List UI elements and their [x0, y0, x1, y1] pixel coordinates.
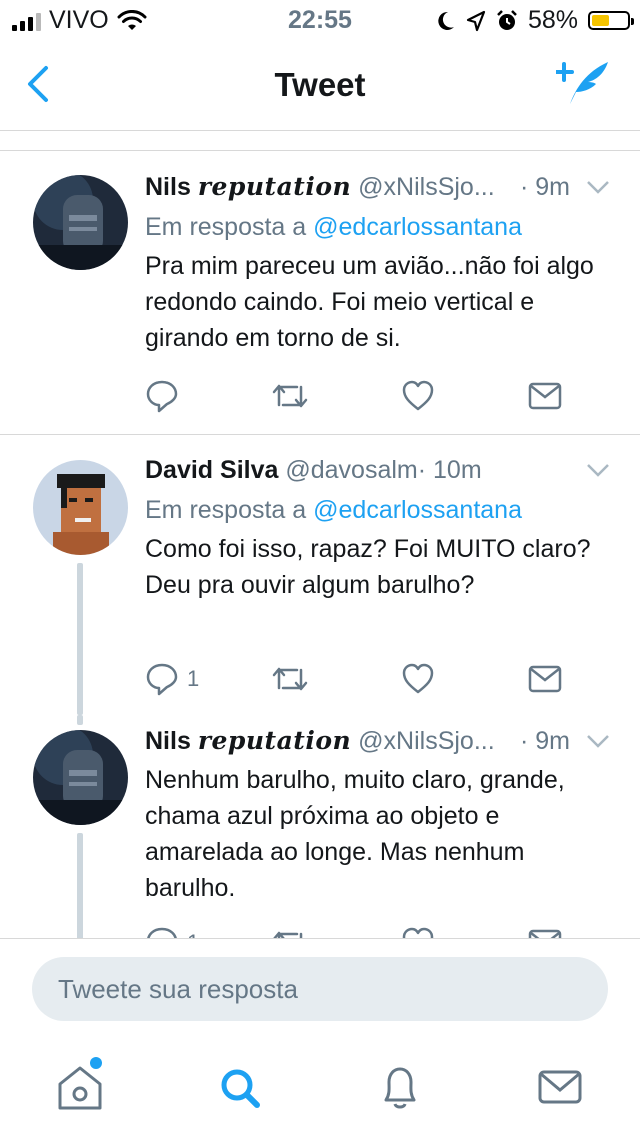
author-name[interactable]: Nils: [145, 173, 191, 201]
heart-icon: [402, 380, 434, 411]
tab-home[interactable]: [50, 1057, 110, 1116]
status-right: 58%: [436, 6, 634, 35]
thread-line: [77, 563, 83, 715]
tab-search[interactable]: [210, 1060, 270, 1116]
dm-share-button[interactable]: [528, 378, 562, 414]
battery-percent: 58%: [527, 6, 578, 34]
tweet-time: · 9m: [520, 727, 570, 755]
reply-count: 1: [187, 666, 200, 691]
author-name-flair[interactable]: reputation: [198, 172, 351, 201]
reply-count: 1: [187, 930, 199, 938]
like-button[interactable]: [401, 661, 443, 697]
author-handle[interactable]: @davosalm: [285, 456, 417, 484]
tweet-item[interactable]: Nils reputation @xNilsSjo... · 9m Em res…: [0, 150, 640, 434]
tweet-item[interactable]: David Silva @davosalm· 10m Em resposta a…: [0, 435, 640, 715]
tweet-actions: [145, 378, 575, 418]
tweet-time: · 9m: [520, 173, 570, 201]
retweet-icon: [272, 667, 308, 691]
tab-bar: [0, 1036, 640, 1136]
battery-icon: [588, 11, 634, 30]
tab-notifications[interactable]: [370, 1060, 430, 1116]
avatar[interactable]: [33, 730, 128, 825]
location-icon: [466, 10, 486, 31]
envelope-icon: [528, 382, 562, 410]
tweet-text: Como foi isso, rapaz? Foi MUITO claro? D…: [145, 535, 591, 599]
tweet-header: Nils reputation @xNilsSjo... · 9m: [145, 170, 610, 204]
notifications-icon: [384, 1067, 416, 1109]
reply-mention-link[interactable]: @edcarlossantana: [313, 496, 522, 524]
like-button[interactable]: [401, 378, 443, 414]
reply-composer-bar: [0, 938, 640, 1037]
dm-share-button[interactable]: [528, 661, 562, 697]
avatar[interactable]: [33, 175, 128, 270]
heart-icon: [402, 663, 434, 694]
tweet-header: Nils reputation @xNilsSjo... · 9m: [145, 724, 610, 758]
status-bar: VIVO 22:55 58%: [0, 0, 640, 40]
retweet-button[interactable]: [271, 925, 309, 938]
chevron-down-icon[interactable]: [586, 178, 610, 198]
tweet-text: Pra mim pareceu um avião...não foi algo …: [145, 252, 594, 352]
chevron-down-icon[interactable]: [586, 732, 610, 752]
moon-icon: [438, 11, 454, 30]
author-handle[interactable]: @xNilsSjo...: [358, 173, 495, 201]
reply-mention-link[interactable]: @edcarlossantana: [313, 213, 522, 241]
retweet-icon: [273, 931, 303, 938]
messages-icon: [538, 1070, 582, 1104]
retweet-button[interactable]: [271, 661, 317, 697]
avatar[interactable]: [33, 460, 128, 555]
reply-input[interactable]: [32, 957, 608, 1021]
tab-messages[interactable]: [530, 1060, 590, 1116]
page-title: Tweet: [274, 66, 366, 103]
retweet-button[interactable]: [271, 378, 317, 414]
reply-prefix: Em resposta a: [145, 213, 307, 241]
author-name[interactable]: David Silva: [145, 456, 278, 484]
chevron-down-icon[interactable]: [586, 461, 610, 481]
reply-icon: [146, 380, 178, 413]
reply-context: Em resposta a @edcarlossantana: [145, 493, 610, 527]
home-icon: [58, 1066, 102, 1110]
tweet-actions: 1: [145, 925, 575, 938]
tweet-text: Nenhum barulho, muito claro, grande, cha…: [145, 766, 565, 902]
reply-button[interactable]: 1: [145, 661, 199, 697]
reply-icon: [147, 927, 177, 938]
tweet-item[interactable]: Nils reputation @xNilsSjo... · 9m Nenhum…: [0, 715, 640, 938]
reply-button[interactable]: [145, 378, 187, 414]
notification-dot: [90, 1057, 102, 1069]
nav-bar: Tweet: [0, 40, 640, 131]
tweet-header: David Silva @davosalm· 10m: [145, 453, 610, 487]
reply-context: Em resposta a @edcarlossantana: [145, 210, 610, 244]
envelope-icon: [528, 665, 562, 693]
thread-line: [77, 715, 83, 725]
reply-prefix: Em resposta a: [145, 496, 307, 524]
envelope-icon: [528, 929, 562, 938]
tweet-actions: 1: [145, 661, 575, 701]
author-name[interactable]: Nils: [145, 727, 191, 755]
compose-tweet-icon[interactable]: [556, 58, 612, 106]
thread-line: [77, 833, 83, 938]
heart-icon: [402, 927, 434, 938]
tweet-time: · 10m: [417, 456, 482, 484]
author-handle[interactable]: @xNilsSjo...: [358, 727, 495, 755]
retweet-icon: [272, 384, 308, 408]
like-button[interactable]: [401, 925, 435, 938]
author-name-flair[interactable]: reputation: [198, 726, 351, 755]
search-icon: [221, 1069, 260, 1108]
alarm-icon: [497, 9, 517, 30]
reply-button[interactable]: 1: [145, 925, 199, 938]
reply-icon: [146, 663, 178, 696]
dm-share-button[interactable]: [528, 925, 562, 938]
